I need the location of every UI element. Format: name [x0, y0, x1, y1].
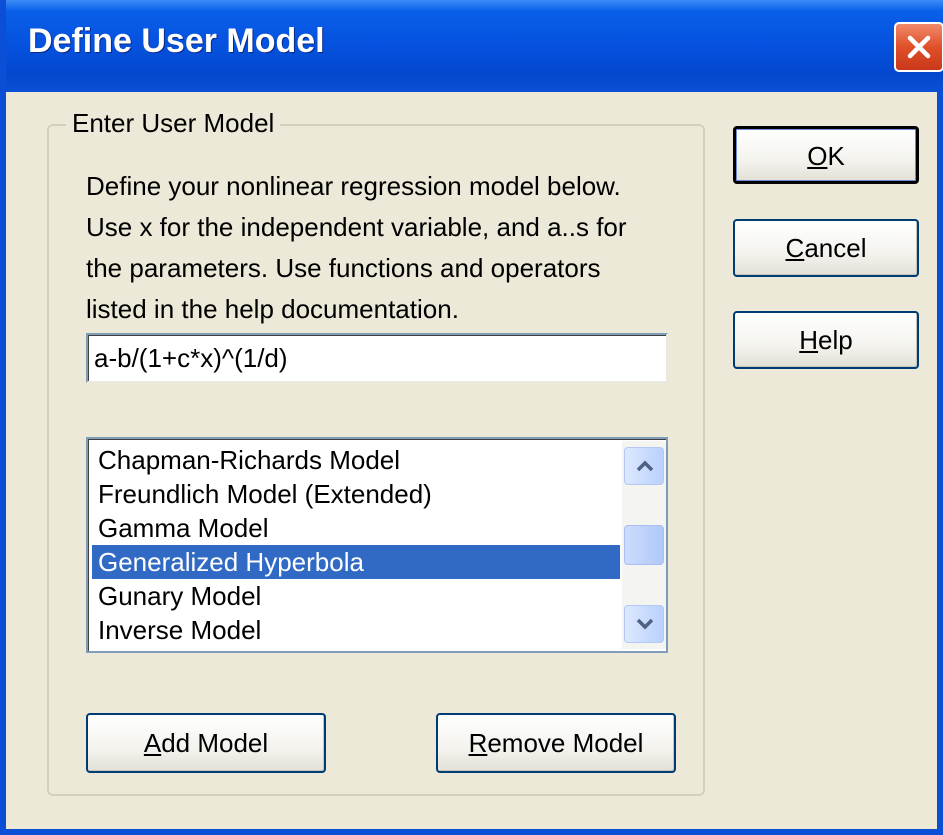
ok-label-rest: K	[827, 141, 845, 171]
list-item[interactable]: Inverse Model	[92, 613, 620, 647]
instruction-line: Define your nonlinear regression model b…	[86, 171, 621, 201]
remove-model-button[interactable]: Remove Model	[436, 713, 676, 773]
list-scrollbar[interactable]	[622, 441, 666, 649]
list-item[interactable]: Gamma Model	[92, 511, 620, 545]
close-button[interactable]	[894, 22, 943, 72]
cancel-label-rest: ancel	[804, 233, 867, 263]
list-item[interactable]: Chapman-Richards Model	[92, 443, 620, 477]
list-item[interactable]: Freundlich Model (Extended)	[92, 477, 620, 511]
add-model-label-rest: dd Model	[161, 728, 269, 758]
group-legend: Enter User Model	[66, 108, 281, 139]
add-model-button[interactable]: Add Model	[86, 713, 326, 773]
cancel-button[interactable]: Cancel	[733, 219, 919, 277]
scroll-thumb[interactable]	[624, 525, 664, 565]
chevron-up-icon	[636, 460, 654, 472]
instruction-line: listed in the help documentation.	[86, 294, 459, 324]
instruction-line: Use x for the independent variable, and …	[86, 212, 627, 242]
help-label-rest: elp	[818, 325, 853, 355]
remove-model-label-rest: emove Model	[487, 728, 644, 758]
cancel-mnemonic: C	[785, 233, 805, 263]
chevron-down-icon	[636, 618, 654, 630]
ok-button[interactable]: OK	[733, 126, 919, 184]
title-bar[interactable]: Define User Model	[6, 0, 943, 92]
help-mnemonic: H	[799, 325, 819, 355]
add-model-mnemonic: A	[143, 728, 162, 758]
instruction-line: the parameters. Use functions and operat…	[86, 253, 601, 283]
remove-model-mnemonic: R	[468, 728, 488, 758]
model-listbox[interactable]: Chapman-Richards Model Freundlich Model …	[86, 437, 668, 653]
list-item[interactable]: Gunary Model	[92, 579, 620, 613]
close-icon	[907, 35, 931, 59]
list-item-selected[interactable]: Generalized Hyperbola	[92, 545, 620, 579]
model-formula-input[interactable]: a-b/(1+c*x)^(1/d)	[86, 333, 668, 383]
instructions-text: Define your nonlinear regression model b…	[86, 166, 686, 330]
ok-mnemonic: O	[807, 141, 828, 171]
scroll-down-button[interactable]	[624, 605, 664, 643]
help-button[interactable]: Help	[733, 311, 919, 369]
scroll-up-button[interactable]	[624, 447, 664, 485]
window-title: Define User Model	[28, 22, 325, 60]
